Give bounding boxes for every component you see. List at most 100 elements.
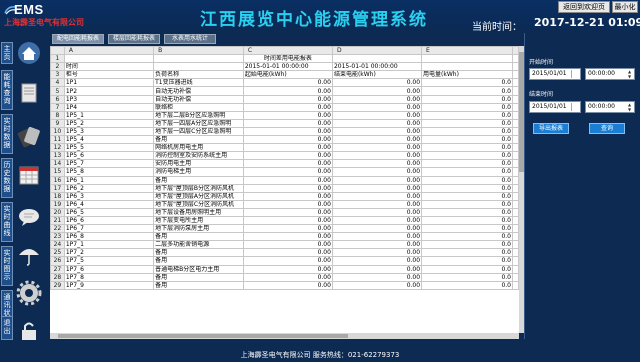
- table-cell[interactable]: 0.00: [331, 167, 423, 177]
- minimize-button[interactable]: 最小化: [612, 1, 638, 13]
- table-cell[interactable]: 2015-01-01 00:00:00: [242, 62, 333, 72]
- table-cell[interactable]: 0.0: [421, 256, 513, 266]
- table-cell[interactable]: 备用: [153, 280, 244, 290]
- table-cell[interactable]: 0.00: [242, 207, 333, 217]
- row-number[interactable]: 10: [50, 126, 65, 137]
- table-cell[interactable]: 消防电梯主用: [153, 167, 244, 177]
- table-cell[interactable]: [512, 110, 519, 120]
- row-number[interactable]: 13: [50, 151, 65, 161]
- export-report-button[interactable]: 导出报表: [533, 123, 569, 134]
- row-number[interactable]: 24: [50, 240, 65, 250]
- table-cell[interactable]: 0.0: [421, 110, 513, 120]
- row-number[interactable]: 18: [50, 191, 65, 201]
- column-header[interactable]: E: [421, 46, 513, 56]
- table-cell[interactable]: 2015-01-01 00:00:00: [331, 62, 423, 72]
- table-cell[interactable]: 自动无功补偿: [153, 94, 244, 104]
- table-cell[interactable]: [512, 248, 519, 258]
- table-cell[interactable]: 1P7_1: [63, 240, 155, 250]
- table-cell[interactable]: 0.00: [242, 102, 333, 112]
- table-cell[interactable]: 地下层"屋顶层B分区消防风机: [153, 183, 244, 193]
- table-cell[interactable]: 时间: [63, 62, 155, 72]
- row-number[interactable]: 11: [50, 135, 65, 145]
- table-cell[interactable]: 安防用电主用: [153, 159, 244, 169]
- table-cell[interactable]: 0.00: [242, 232, 333, 242]
- table-cell[interactable]: 备用: [153, 175, 244, 185]
- column-header[interactable]: B: [153, 46, 244, 56]
- row-number[interactable]: 3: [50, 70, 65, 80]
- row-number[interactable]: 29: [50, 280, 65, 290]
- table-cell[interactable]: 0.00: [242, 199, 333, 209]
- row-number[interactable]: 28: [50, 272, 65, 282]
- table-cell[interactable]: 地下层一四层C分区应急照明: [153, 126, 244, 137]
- table-cell[interactable]: 0.00: [331, 110, 423, 120]
- tab-distribution-report[interactable]: 配电回能耗报表: [52, 34, 104, 44]
- table-cell[interactable]: 0.0: [421, 207, 513, 217]
- horizontal-scrollbar[interactable]: [50, 333, 519, 339]
- table-cell[interactable]: 0.00: [242, 248, 333, 258]
- table-cell[interactable]: 0.0: [421, 183, 513, 193]
- end-date-input[interactable]: 2015/01/01: [529, 101, 581, 113]
- row-number[interactable]: 12: [50, 143, 65, 153]
- table-cell[interactable]: [512, 232, 519, 242]
- table-cell[interactable]: [512, 62, 519, 72]
- table-cell[interactable]: 1P5_7: [63, 159, 155, 169]
- table-cell[interactable]: 1P6_3: [63, 191, 155, 201]
- row-number[interactable]: 4: [50, 78, 65, 88]
- table-cell[interactable]: 0.00: [331, 215, 423, 226]
- table-cell[interactable]: 用电量(kWh): [421, 70, 513, 80]
- table-cell[interactable]: 地下层变电所主用: [153, 215, 244, 226]
- table-cell[interactable]: 0.00: [242, 118, 333, 128]
- table-cell[interactable]: 0.00: [331, 102, 423, 112]
- row-number[interactable]: 26: [50, 256, 65, 266]
- row-number[interactable]: 20: [50, 207, 65, 217]
- column-header[interactable]: A: [63, 46, 155, 56]
- table-cell[interactable]: 0.00: [331, 199, 423, 209]
- table-cell[interactable]: 地下层设备用房照明主用: [153, 207, 244, 217]
- table-cell[interactable]: 0.00: [331, 135, 423, 145]
- table-cell[interactable]: 0.00: [242, 272, 333, 282]
- table-cell[interactable]: 0.00: [242, 110, 333, 120]
- table-cell[interactable]: 0.00: [331, 264, 423, 274]
- table-cell[interactable]: 0.0: [421, 86, 513, 96]
- table-cell[interactable]: [512, 126, 519, 137]
- table-cell[interactable]: [153, 62, 244, 72]
- table-cell[interactable]: [512, 143, 519, 153]
- table-cell[interactable]: [512, 54, 519, 64]
- tab-floor-report[interactable]: 楼层回能耗报表: [108, 34, 160, 44]
- table-cell[interactable]: 地下层一四层A分区应急照明: [153, 118, 244, 128]
- tab-water-stats[interactable]: 水表用水统计: [164, 34, 216, 44]
- table-cell[interactable]: [512, 199, 519, 209]
- nav-realtime-curve[interactable]: 实时曲线: [1, 202, 13, 242]
- table-cell[interactable]: [421, 54, 513, 64]
- row-number[interactable]: 25: [50, 248, 65, 258]
- table-cell[interactable]: 0.00: [331, 272, 423, 282]
- table-cell[interactable]: 0.0: [421, 135, 513, 145]
- table-cell[interactable]: 地下层二层B分区应急照明: [153, 110, 244, 120]
- table-cell[interactable]: 1P4: [63, 102, 155, 112]
- table-cell[interactable]: 0.00: [242, 86, 333, 96]
- table-cell[interactable]: 1P5_1: [63, 110, 155, 120]
- horizontal-scroll-thumb[interactable]: [58, 334, 348, 338]
- table-cell[interactable]: 0.00: [331, 191, 423, 201]
- query-button[interactable]: 查询: [589, 123, 625, 134]
- table-cell[interactable]: 1P1: [63, 78, 155, 88]
- row-number[interactable]: 6: [50, 94, 65, 104]
- table-cell[interactable]: [512, 224, 519, 234]
- table-cell[interactable]: 0.00: [331, 159, 423, 169]
- table-cell[interactable]: 0.0: [421, 159, 513, 169]
- table-cell[interactable]: [512, 191, 519, 201]
- table-cell[interactable]: 1P7_8: [63, 272, 155, 282]
- table-cell[interactable]: 1P7_2: [63, 248, 155, 258]
- table-cell[interactable]: 1P6_4: [63, 199, 155, 209]
- table-cell[interactable]: 消防控制室及安防系统主用: [153, 151, 244, 161]
- table-cell[interactable]: 0.0: [421, 94, 513, 104]
- table-cell[interactable]: 0.00: [331, 151, 423, 161]
- table-cell[interactable]: 结束电能(kWh): [331, 70, 423, 80]
- table-cell[interactable]: [512, 86, 519, 96]
- column-header[interactable]: D: [331, 46, 423, 56]
- calendar-dropdown-icon[interactable]: [571, 103, 579, 111]
- table-cell[interactable]: [512, 102, 519, 112]
- table-cell[interactable]: [512, 183, 519, 193]
- table-cell[interactable]: 0.00: [242, 94, 333, 104]
- nav-energy-query[interactable]: 能耗查询: [1, 70, 13, 110]
